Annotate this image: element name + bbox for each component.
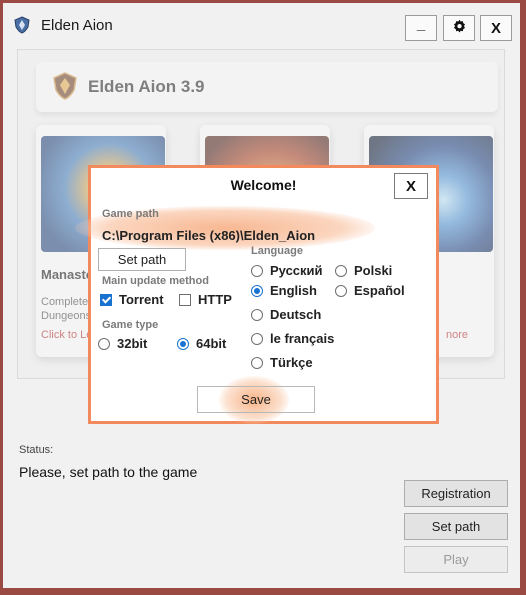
lang-espanol-label: Español <box>354 283 405 298</box>
dialog-close-button[interactable]: X <box>394 173 428 199</box>
lang-deutsch-label: Deutsch <box>270 307 322 322</box>
dialog-title: Welcome! <box>230 177 297 193</box>
radio-selected-icon <box>177 337 189 350</box>
lang-polski-label: Polski <box>354 263 393 278</box>
radio-icon <box>251 356 263 369</box>
radio-64bit[interactable]: 64bit <box>177 336 226 351</box>
lang-polski[interactable]: Polski <box>335 263 392 278</box>
http-label: HTTP <box>198 292 232 307</box>
radio-64bit-label: 64bit <box>196 336 227 351</box>
lang-espanol[interactable]: Español <box>335 283 405 298</box>
status-label: Status: <box>19 444 54 456</box>
game-path-value: C:\Program Files (x86)\Elden_Aion <box>102 228 316 243</box>
set-path-button[interactable]: Set path <box>404 513 508 540</box>
radio-32bit[interactable]: 32bit <box>98 336 147 351</box>
dialog-body: Welcome! X Game path C:\Program Files (x… <box>75 168 436 424</box>
play-button[interactable]: Play <box>404 546 508 573</box>
lang-turkce[interactable]: Türkçe <box>251 355 313 370</box>
radio-32bit-label: 32bit <box>117 336 148 351</box>
lang-russian[interactable]: Русский <box>251 263 323 278</box>
radio-icon <box>251 332 263 345</box>
lang-turkce-label: Türkçe <box>270 355 313 370</box>
torrent-label: Torrent <box>119 292 164 307</box>
status-text: Please, set path to the game <box>19 464 198 480</box>
minimize-button[interactable]: _ <box>405 15 437 41</box>
http-checkbox[interactable]: HTTP <box>179 292 232 307</box>
update-method-label: Main update method <box>102 275 209 287</box>
lang-francais-label: le français <box>270 331 335 346</box>
radio-icon <box>251 308 263 321</box>
welcome-dialog: Welcome! X Game path C:\Program Files (x… <box>75 165 439 424</box>
game-path-label: Game path <box>102 208 159 220</box>
window-title: Elden Aion <box>41 17 113 34</box>
radio-icon <box>251 264 263 277</box>
title-bar: Elden Aion _ X <box>3 3 520 49</box>
registration-button[interactable]: Registration <box>404 480 508 507</box>
minimize-icon: _ <box>416 15 426 33</box>
radio-icon <box>335 264 347 277</box>
settings-button[interactable] <box>443 15 475 41</box>
checkbox-icon <box>179 293 191 306</box>
lang-english-label: English <box>270 283 317 298</box>
lang-english[interactable]: English <box>251 283 317 298</box>
radio-icon <box>335 284 347 297</box>
radio-selected-icon <box>251 284 263 297</box>
torrent-checkbox[interactable]: Torrent <box>100 292 164 307</box>
lang-francais[interactable]: le français <box>251 331 334 346</box>
lang-russian-label: Русский <box>270 263 323 278</box>
gear-icon <box>452 19 467 38</box>
lang-deutsch[interactable]: Deutsch <box>251 307 321 322</box>
game-type-label: Game type <box>102 319 159 331</box>
language-label: Language <box>251 245 303 257</box>
close-icon: X <box>490 19 501 37</box>
close-icon: X <box>405 177 416 195</box>
radio-icon <box>98 337 110 350</box>
dialog-set-path-button[interactable]: Set path <box>98 248 186 271</box>
checkbox-checked-icon <box>100 293 112 306</box>
save-button[interactable]: Save <box>197 386 315 413</box>
app-shield-icon <box>13 16 31 34</box>
window-close-button[interactable]: X <box>480 15 512 41</box>
